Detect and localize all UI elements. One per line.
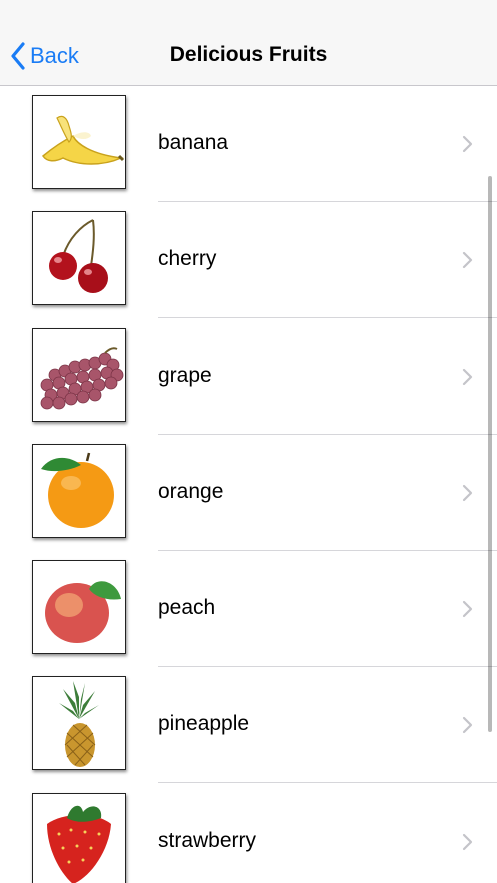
grape-icon (32, 328, 126, 422)
list-item-grape[interactable]: grape (0, 319, 497, 435)
row-divider (158, 782, 497, 783)
list-item-label: peach (158, 596, 216, 619)
list-item-cherry[interactable]: cherry (0, 202, 497, 318)
chevron-right-icon (462, 251, 473, 274)
list-item-banana[interactable]: banana (0, 86, 497, 202)
list-item-label: pineapple (158, 712, 250, 735)
chevron-right-icon (462, 833, 473, 856)
chevron-right-icon (462, 484, 473, 507)
fruit-list[interactable]: banana cherry grape orange peach pineapp… (0, 86, 497, 883)
list-item-label: grape (158, 364, 212, 387)
list-item-label: cherry (158, 247, 217, 270)
navigation-bar: Back Delicious Fruits (0, 26, 497, 86)
orange-icon (32, 444, 126, 538)
scroll-indicator[interactable] (488, 176, 492, 732)
peach-icon (32, 560, 126, 654)
chevron-right-icon (462, 135, 473, 158)
list-item-label: orange (158, 480, 224, 503)
list-item-label: banana (158, 131, 229, 154)
status-bar-area (0, 0, 497, 26)
chevron-right-icon (462, 368, 473, 391)
list-item-strawberry[interactable]: strawberry (0, 784, 497, 883)
list-item-pineapple[interactable]: pineapple (0, 667, 497, 783)
cherry-icon (32, 211, 126, 305)
pineapple-icon (32, 676, 126, 770)
row-divider (158, 317, 497, 318)
chevron-right-icon (462, 716, 473, 739)
strawberry-icon (32, 793, 126, 883)
list-item-label: strawberry (158, 829, 257, 852)
banana-icon (32, 95, 126, 189)
list-item-orange[interactable]: orange (0, 435, 497, 551)
page-title: Delicious Fruits (169, 43, 328, 66)
chevron-right-icon (462, 600, 473, 623)
list-item-peach[interactable]: peach (0, 551, 497, 667)
